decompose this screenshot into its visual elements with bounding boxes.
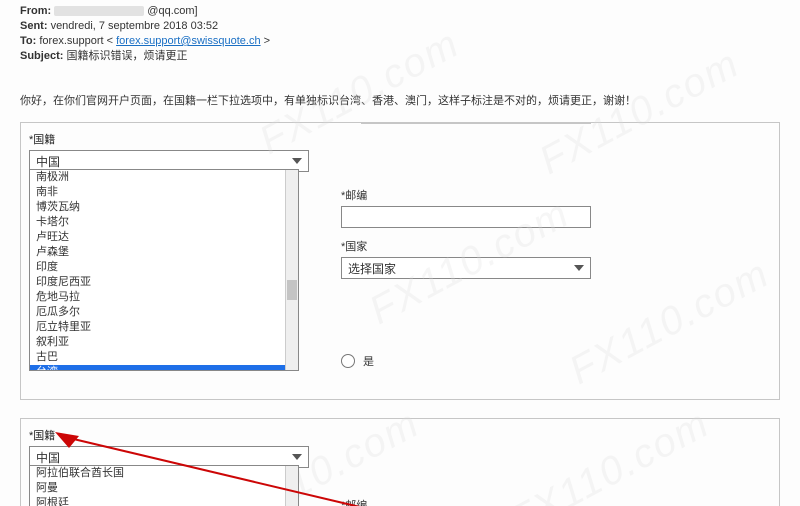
dropdown-option[interactable]: 厄立特里亚	[30, 320, 298, 335]
chevron-down-icon	[292, 454, 302, 460]
dropdown-option[interactable]: 厄瓜多尔	[30, 305, 298, 320]
nationality-dropdown[interactable]: 南极洲南非博茨瓦纳卡塔尔卢旺达卢森堡印度印度尼西亚危地马拉厄瓜多尔厄立特里亚叙利…	[29, 169, 299, 371]
dropdown-option[interactable]: 古巴	[30, 350, 298, 365]
dropdown-option[interactable]: 南非	[30, 185, 298, 200]
dropdown-option[interactable]: 卢森堡	[30, 245, 298, 260]
dropdown-option[interactable]: 卢旺达	[30, 230, 298, 245]
subject-value: 国籍标识错误，烦请更正	[66, 50, 187, 62]
postcode-label: *邮编	[341, 187, 601, 203]
nationality-label: *国籍	[29, 131, 771, 147]
country-value: 选择国家	[348, 260, 396, 277]
country-label: *国家	[341, 238, 601, 254]
radio-circle-icon	[341, 354, 355, 368]
dropdown-option[interactable]: 阿拉伯联合酋长国	[30, 466, 298, 481]
subject-label: Subject:	[20, 50, 63, 62]
to-email-link[interactable]: forex.support@swissquote.ch	[116, 35, 260, 47]
panel-cut-border	[361, 123, 591, 124]
from-label: From:	[20, 5, 51, 17]
dropdown-option[interactable]: 卡塔尔	[30, 215, 298, 230]
country-select[interactable]: 选择国家	[341, 257, 591, 279]
email-header: From: @qq.com] Sent: vendredi, 7 septemb…	[0, 0, 800, 64]
body-line: 你好，在你们官网开户页面，在国籍一栏下拉选项中，有单独标识台湾、香港、澳门，这样…	[20, 95, 636, 107]
to-tail: >	[264, 35, 270, 47]
sent-value: vendredi, 7 septembre 2018 03:52	[51, 20, 219, 32]
right-fields: *邮编 *国家 选择国家	[341, 185, 601, 279]
dropdown-option[interactable]: 危地马拉	[30, 290, 298, 305]
dropdown-option[interactable]: 阿根廷	[30, 496, 298, 506]
dropdown-option[interactable]: 印度	[30, 260, 298, 275]
form-panel-1: *国籍 中国 南极洲南非博茨瓦纳卡塔尔卢旺达卢森堡印度印度尼西亚危地马拉厄瓜多尔…	[20, 122, 780, 400]
chevron-down-icon	[574, 265, 584, 271]
radio-yes[interactable]: 是	[341, 353, 374, 369]
email-body: 你好，在你们官网开户页面，在国籍一栏下拉选项中，有单独标识台湾、香港、澳门，这样…	[0, 64, 800, 116]
nationality-value: 中国	[36, 153, 60, 170]
to-name: forex.support <	[39, 35, 113, 47]
dropdown-option[interactable]: 叙利亚	[30, 335, 298, 350]
dropdown-option[interactable]: 南极洲	[30, 170, 298, 185]
from-redacted	[54, 6, 144, 16]
dropdown-option[interactable]: 台湾	[30, 365, 298, 371]
form-panel-2: *国籍 中国 阿拉伯联合酋长国阿曼阿根廷阿鲁巴韩国香港 *邮编	[20, 418, 780, 506]
dropdown-option[interactable]: 博茨瓦纳	[30, 200, 298, 215]
dropdown-option[interactable]: 印度尼西亚	[30, 275, 298, 290]
from-tail: @qq.com]	[147, 5, 197, 17]
sent-label: Sent:	[20, 20, 48, 32]
postcode-input[interactable]	[341, 206, 591, 228]
dropdown-option[interactable]: 阿曼	[30, 481, 298, 496]
to-label: To:	[20, 35, 36, 47]
scrollbar[interactable]	[285, 466, 298, 506]
postcode-label-2: *邮编	[341, 497, 367, 506]
nationality-dropdown-2[interactable]: 阿拉伯联合酋长国阿曼阿根廷阿鲁巴韩国香港	[29, 465, 299, 506]
radio-label: 是	[363, 353, 374, 369]
nationality-value-2: 中国	[36, 449, 60, 466]
chevron-down-icon	[292, 158, 302, 164]
scrollbar[interactable]	[285, 170, 298, 370]
nationality-label-2: *国籍	[29, 427, 771, 443]
